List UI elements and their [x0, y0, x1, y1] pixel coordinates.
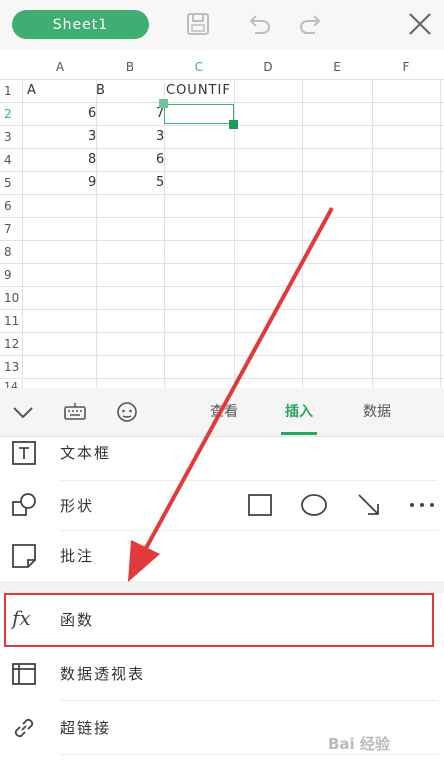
cell-b4[interactable]: 8 [88, 149, 96, 171]
grid-line [0, 309, 444, 310]
selection-handle-top-left[interactable] [159, 99, 168, 108]
close-icon[interactable] [405, 9, 435, 39]
sheet-name: Sheet1 [52, 16, 109, 33]
menu-item-function[interactable]: fx 函数 [0, 593, 444, 647]
sheet-tab-button[interactable]: Sheet1 [12, 10, 149, 39]
row-header-10[interactable]: 10 [0, 287, 26, 309]
column-header-a[interactable]: A [24, 56, 96, 78]
pivot-table-icon [10, 660, 38, 688]
row-header-13[interactable]: 13 [0, 356, 26, 378]
row-header-5[interactable]: 5 [0, 172, 26, 194]
comment-icon [10, 542, 38, 570]
row-header-3[interactable]: 3 [0, 126, 26, 148]
grid-line [0, 378, 444, 379]
insert-menu: 文本框 形状 批注 fx 函数 数据透视表 超链接 [0, 437, 444, 777]
selection-handle-bottom-right[interactable] [229, 120, 238, 129]
cell-b1[interactable]: B [96, 80, 105, 102]
row-header-4[interactable]: 4 [0, 149, 26, 171]
grid-line [0, 148, 444, 149]
emoji-icon[interactable] [114, 399, 140, 425]
circle-icon[interactable] [300, 491, 328, 519]
menu-item-comment[interactable]: 批注 [0, 531, 444, 581]
bottom-toolbar: 查看 插入 数据 [0, 388, 444, 437]
textbox-icon [10, 439, 38, 467]
divider [60, 754, 438, 755]
watermark: Bai 经验 [328, 735, 390, 753]
function-icon: fx [12, 606, 31, 630]
row-header-8[interactable]: 8 [0, 241, 26, 263]
row-header-11[interactable]: 11 [0, 310, 26, 332]
menu-item-label: 文本框 [60, 444, 112, 462]
column-header-f[interactable]: F [372, 56, 440, 78]
column-header-b[interactable]: B [96, 56, 164, 78]
grid-line [0, 102, 444, 103]
row-header-1[interactable]: 1 [0, 80, 26, 102]
hyperlink-icon [10, 714, 38, 742]
row-header-2[interactable]: 2 [0, 103, 26, 125]
grid-line [0, 171, 444, 172]
menu-item-pivot-table[interactable]: 数据透视表 [0, 647, 444, 701]
arrow-icon[interactable] [355, 491, 383, 519]
more-icon[interactable] [408, 491, 436, 519]
cell-c4-overflow[interactable]: 6 [156, 149, 164, 171]
tab-data[interactable]: 数据 [357, 400, 397, 424]
spreadsheet-grid[interactable]: A B C D E F 1 2 3 4 5 6 7 8 9 10 11 12 1… [0, 50, 444, 393]
menu-item-label: 形状 [60, 497, 95, 515]
save-icon[interactable] [183, 9, 213, 39]
grid-line [0, 217, 444, 218]
tab-view[interactable]: 查看 [204, 400, 244, 424]
grid-line [0, 355, 444, 356]
undo-icon[interactable] [243, 9, 273, 39]
keyboard-icon[interactable] [62, 399, 88, 425]
menu-item-label: 函数 [60, 611, 95, 629]
grid-line [0, 332, 444, 333]
grid-line [0, 286, 444, 287]
cell-c3-overflow[interactable]: 3 [156, 126, 164, 148]
active-tab-indicator [281, 432, 317, 435]
row-header-12[interactable]: 12 [0, 333, 26, 355]
column-header-e[interactable]: E [302, 56, 372, 78]
tab-insert[interactable]: 插入 [279, 400, 319, 424]
section-divider [0, 581, 444, 593]
grid-line [0, 240, 444, 241]
grid-line [0, 263, 444, 264]
cell-b2[interactable]: 6 [88, 103, 96, 125]
cell-b5[interactable]: 9 [88, 172, 96, 194]
grid-line [0, 194, 444, 195]
top-bar: Sheet1 [0, 0, 444, 50]
rectangle-icon[interactable] [246, 491, 274, 519]
row-header-6[interactable]: 6 [0, 195, 26, 217]
row-header-7[interactable]: 7 [0, 218, 26, 240]
cell-c1[interactable]: COUNTIF [166, 80, 231, 102]
menu-item-textbox[interactable]: 文本框 [0, 437, 444, 481]
menu-item-shape[interactable]: 形状 [0, 481, 444, 531]
menu-item-label: 超链接 [60, 719, 112, 737]
grid-line [0, 125, 444, 126]
row-header-9[interactable]: 9 [0, 264, 26, 286]
redo-icon[interactable] [297, 9, 327, 39]
column-header-d[interactable]: D [234, 56, 302, 78]
cell-selection[interactable] [164, 104, 234, 124]
chevron-down-icon[interactable] [10, 399, 36, 425]
cell-c5-overflow[interactable]: 5 [156, 172, 164, 194]
cell-a1[interactable]: A [27, 80, 36, 102]
cell-b3[interactable]: 3 [88, 126, 96, 148]
shape-icon [10, 491, 38, 519]
column-header-c[interactable]: C [164, 56, 234, 78]
menu-item-label: 批注 [60, 547, 95, 565]
menu-item-label: 数据透视表 [60, 665, 146, 683]
